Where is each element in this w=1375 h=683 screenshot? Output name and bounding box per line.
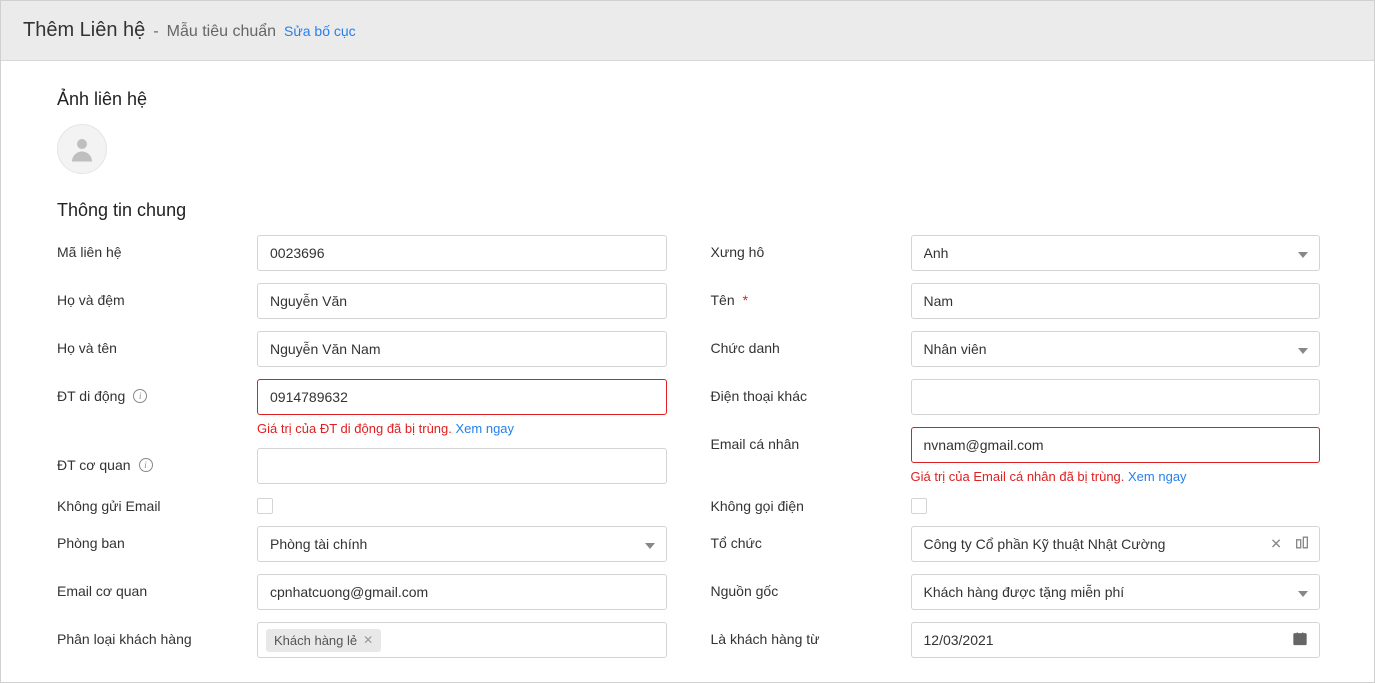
page-title: Thêm Liên hệ bbox=[23, 19, 145, 42]
label-no-call: Không gọi điện bbox=[711, 496, 911, 514]
label-job-title: Chức danh bbox=[711, 331, 911, 356]
label-last-name: Họ và đệm bbox=[57, 283, 257, 308]
organization-input[interactable] bbox=[911, 526, 1321, 562]
mobile-view-duplicate-link[interactable]: Xem ngay bbox=[456, 421, 515, 436]
form-column-right: Xưng hô Tên * Chức danh bbox=[711, 235, 1321, 658]
clear-icon[interactable]: ✕ bbox=[1270, 536, 1282, 553]
form-column-left: Mã liên hệ Họ và đệm Họ và tên ĐT di độn… bbox=[57, 235, 667, 658]
section-general-title: Thông tin chung bbox=[57, 200, 1320, 221]
template-name: Mẫu tiêu chuẩn bbox=[167, 23, 276, 41]
separator: - bbox=[153, 23, 158, 41]
label-customer-type: Phân loại khách hàng bbox=[57, 622, 257, 647]
label-contact-code: Mã liên hệ bbox=[57, 235, 257, 260]
remove-tag-icon[interactable]: ✕ bbox=[363, 633, 373, 647]
mobile-error: Giá trị của ĐT di động đã bị trùng. Xem … bbox=[257, 421, 667, 436]
customer-type-tag: Khách hàng lẻ ✕ bbox=[266, 629, 381, 652]
user-icon bbox=[67, 134, 97, 164]
label-source: Nguồn gốc bbox=[711, 574, 911, 599]
label-personal-email: Email cá nhân bbox=[711, 427, 911, 452]
label-no-email: Không gửi Email bbox=[57, 496, 257, 514]
last-name-input[interactable] bbox=[257, 283, 667, 319]
customer-since-input[interactable] bbox=[911, 622, 1321, 658]
label-other-phone: Điện thoại khác bbox=[711, 379, 911, 404]
source-select[interactable] bbox=[911, 574, 1321, 610]
other-phone-input[interactable] bbox=[911, 379, 1321, 415]
first-name-input[interactable] bbox=[911, 283, 1321, 319]
office-phone-input[interactable] bbox=[257, 448, 667, 484]
label-salutation: Xưng hô bbox=[711, 235, 911, 260]
job-title-select[interactable] bbox=[911, 331, 1321, 367]
label-work-email: Email cơ quan bbox=[57, 574, 257, 599]
work-email-input[interactable] bbox=[257, 574, 667, 610]
avatar-upload[interactable] bbox=[57, 124, 107, 174]
personal-email-error: Giá trị của Email cá nhân đã bị trùng. X… bbox=[911, 469, 1321, 484]
edit-layout-link[interactable]: Sửa bố cục bbox=[284, 23, 356, 39]
info-icon[interactable]: i bbox=[133, 389, 147, 403]
label-department: Phòng ban bbox=[57, 526, 257, 551]
label-organization: Tổ chức bbox=[711, 526, 911, 551]
calendar-icon[interactable] bbox=[1292, 631, 1308, 650]
full-name-input[interactable] bbox=[257, 331, 667, 367]
building-icon[interactable] bbox=[1294, 535, 1310, 554]
label-mobile: ĐT di động i bbox=[57, 379, 257, 404]
mobile-input[interactable] bbox=[257, 379, 667, 415]
salutation-select[interactable] bbox=[911, 235, 1321, 271]
contact-code-input[interactable] bbox=[257, 235, 667, 271]
label-customer-since: Là khách hàng từ bbox=[711, 622, 911, 647]
label-full-name: Họ và tên bbox=[57, 331, 257, 356]
department-select[interactable] bbox=[257, 526, 667, 562]
label-first-name: Tên * bbox=[711, 283, 911, 308]
page-header: Thêm Liên hệ - Mẫu tiêu chuẩn Sửa bố cục bbox=[1, 1, 1374, 61]
label-office-phone: ĐT cơ quan i bbox=[57, 448, 257, 473]
personal-email-input[interactable] bbox=[911, 427, 1321, 463]
customer-type-input[interactable]: Khách hàng lẻ ✕ bbox=[257, 622, 667, 658]
section-photo-title: Ảnh liên hệ bbox=[57, 89, 1320, 110]
email-view-duplicate-link[interactable]: Xem ngay bbox=[1128, 469, 1187, 484]
no-call-checkbox[interactable] bbox=[911, 498, 927, 514]
info-icon[interactable]: i bbox=[139, 458, 153, 472]
no-email-checkbox[interactable] bbox=[257, 498, 273, 514]
